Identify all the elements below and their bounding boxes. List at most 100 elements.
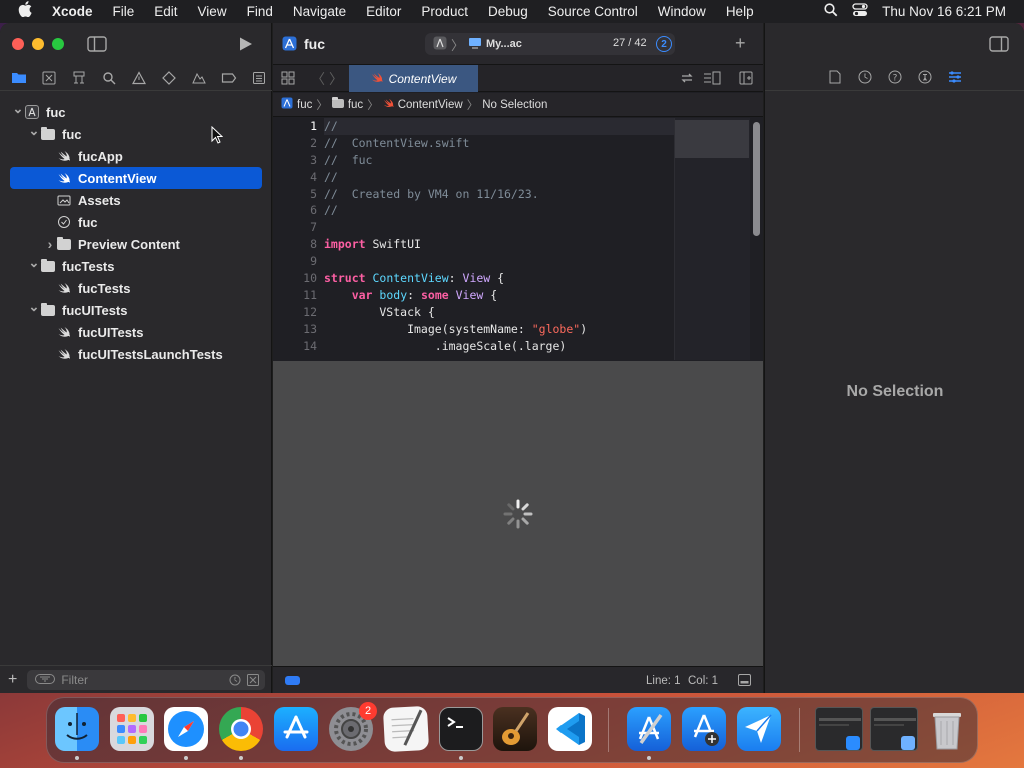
navigator-row[interactable]: ⌄ fucTests bbox=[0, 255, 272, 277]
navigator-row[interactable]: ⌄ fuc bbox=[0, 101, 272, 123]
debug-navigator-icon[interactable] bbox=[188, 67, 210, 89]
destination-mac-icon[interactable] bbox=[468, 37, 482, 52]
disclosure-open-icon[interactable]: ⌄ bbox=[12, 101, 24, 117]
instruments-icon[interactable] bbox=[682, 707, 726, 751]
apple-menu-icon[interactable] bbox=[0, 1, 42, 22]
finder-icon[interactable] bbox=[55, 707, 99, 751]
menu-file[interactable]: File bbox=[103, 4, 145, 19]
minimize-debug-icon[interactable] bbox=[738, 674, 751, 689]
issue-navigator-icon[interactable] bbox=[128, 67, 150, 89]
menu-product[interactable]: Product bbox=[411, 4, 478, 19]
spotlight-icon[interactable] bbox=[824, 3, 838, 20]
refresh-icon[interactable] bbox=[680, 71, 694, 90]
debug-area-toggle-icon[interactable] bbox=[285, 676, 300, 685]
disclosure-open-icon[interactable]: ⌄ bbox=[28, 299, 40, 315]
filter-scm-icon[interactable] bbox=[247, 673, 260, 689]
menubar-clock[interactable]: Thu Nov 16 6:21 PM bbox=[882, 4, 1006, 19]
add-library-icon[interactable]: + bbox=[735, 33, 746, 54]
editor-options-icon[interactable] bbox=[703, 71, 721, 90]
report-navigator-icon[interactable] bbox=[248, 67, 270, 89]
split-editor-icon[interactable] bbox=[739, 71, 753, 90]
project-navigator-folder-icon[interactable] bbox=[8, 67, 30, 89]
navigator-row[interactable]: ContentView bbox=[10, 167, 262, 189]
xcode-icon[interactable] bbox=[627, 707, 671, 751]
source-control-navigator-icon[interactable] bbox=[38, 67, 60, 89]
navigator-row[interactable]: Assets bbox=[0, 189, 272, 211]
code-line[interactable]: struct ContentView: View { bbox=[324, 270, 674, 287]
window-thumb-icon[interactable] bbox=[815, 707, 863, 751]
navigator-row[interactable]: ⌄ fuc bbox=[0, 123, 272, 145]
code-line[interactable]: // bbox=[324, 169, 674, 186]
source-editor[interactable]: 1 2 3 4 5 6 7 8 9 10 11 12 13 14 //// ContentView.swi… bbox=[273, 118, 763, 360]
canvas-preview[interactable] bbox=[273, 361, 763, 666]
symbol-navigator-icon[interactable] bbox=[68, 67, 90, 89]
code-line[interactable]: var body: some View { bbox=[324, 287, 674, 304]
jump-item-group[interactable]: fuc bbox=[348, 99, 363, 111]
code-line[interactable]: // bbox=[324, 118, 674, 135]
code-line[interactable]: // ContentView.swift bbox=[324, 135, 674, 152]
control-center-icon[interactable] bbox=[852, 3, 868, 20]
breakpoint-navigator-icon[interactable] bbox=[218, 67, 240, 89]
code-line[interactable]: import SwiftUI bbox=[324, 236, 674, 253]
filter-options-icon[interactable] bbox=[35, 673, 56, 687]
launchpad-icon[interactable] bbox=[110, 707, 154, 751]
code-line[interactable]: // bbox=[324, 202, 674, 219]
app-store-icon[interactable] bbox=[274, 707, 318, 751]
code-line[interactable]: .imageScale(.large) bbox=[324, 338, 674, 355]
terminal-icon[interactable] bbox=[439, 707, 483, 751]
menu-help[interactable]: Help bbox=[716, 4, 764, 19]
menu-xcode[interactable]: Xcode bbox=[42, 4, 103, 19]
disclosure-open-icon[interactable]: ⌄ bbox=[28, 255, 40, 271]
menu-debug[interactable]: Debug bbox=[478, 4, 538, 19]
trash-icon[interactable] bbox=[927, 707, 967, 751]
minimap-viewport[interactable] bbox=[675, 120, 749, 158]
code-line[interactable]: // fuc bbox=[324, 152, 674, 169]
vscode-icon[interactable] bbox=[548, 707, 592, 751]
code-line[interactable] bbox=[324, 253, 674, 270]
related-items-icon[interactable] bbox=[281, 71, 295, 90]
navigator-row[interactable]: fucTests bbox=[0, 277, 272, 299]
quick-help-icon[interactable]: ? bbox=[888, 70, 902, 89]
inspector-toggle-icon[interactable] bbox=[989, 36, 1009, 57]
disclosure-closed-icon[interactable]: › bbox=[44, 236, 56, 252]
recent-files-icon[interactable] bbox=[229, 674, 241, 689]
code-line[interactable] bbox=[324, 219, 674, 236]
scheme-destination-label[interactable]: My...ac bbox=[486, 38, 522, 50]
navigator-row[interactable]: fucUITests bbox=[0, 321, 272, 343]
scheme-target-icon[interactable] bbox=[433, 36, 447, 53]
back-chevron-icon[interactable]: 〈 bbox=[311, 69, 325, 89]
navigator-row[interactable]: fucApp bbox=[0, 145, 272, 167]
menu-view[interactable]: View bbox=[188, 4, 237, 19]
menu-find[interactable]: Find bbox=[237, 4, 283, 19]
navigator-row[interactable]: › Preview Content bbox=[0, 233, 272, 255]
navigator-row[interactable]: ⌄ fucUITests bbox=[0, 299, 272, 321]
minimize-button[interactable] bbox=[32, 38, 44, 50]
menu-source-control[interactable]: Source Control bbox=[538, 4, 648, 19]
jump-item-symbol[interactable]: No Selection bbox=[482, 99, 547, 111]
menu-editor[interactable]: Editor bbox=[356, 4, 411, 19]
menu-edit[interactable]: Edit bbox=[144, 4, 187, 19]
code-line[interactable]: Image(systemName: "globe") bbox=[324, 321, 674, 338]
disclosure-open-icon[interactable]: ⌄ bbox=[28, 123, 40, 139]
navigator-row[interactable]: fucUITestsLaunchTests bbox=[0, 343, 272, 365]
code-line[interactable]: VStack { bbox=[324, 304, 674, 321]
tab-contentview[interactable]: ContentView bbox=[349, 65, 478, 92]
garageband-icon[interactable] bbox=[493, 707, 537, 751]
forward-chevron-icon[interactable]: 〉 bbox=[329, 69, 343, 89]
activity-badge[interactable]: 2 bbox=[656, 36, 672, 52]
find-navigator-icon[interactable] bbox=[98, 67, 120, 89]
safari-icon[interactable] bbox=[164, 707, 208, 751]
minimap[interactable] bbox=[674, 118, 750, 360]
chrome-icon[interactable] bbox=[219, 707, 263, 751]
testflight-icon[interactable] bbox=[737, 707, 781, 751]
history-inspector-icon[interactable] bbox=[858, 70, 872, 89]
run-button[interactable] bbox=[237, 36, 253, 57]
add-file-icon[interactable]: + bbox=[8, 671, 17, 689]
navigator-row[interactable]: fuc bbox=[0, 211, 272, 233]
sidebar-toggle-icon[interactable] bbox=[87, 36, 107, 57]
file-inspector-icon[interactable] bbox=[829, 70, 841, 89]
editor-scrollbar[interactable] bbox=[753, 122, 760, 236]
menu-navigate[interactable]: Navigate bbox=[283, 4, 356, 19]
jump-item-project[interactable]: fuc bbox=[297, 99, 312, 111]
textedit-icon[interactable] bbox=[382, 705, 430, 753]
